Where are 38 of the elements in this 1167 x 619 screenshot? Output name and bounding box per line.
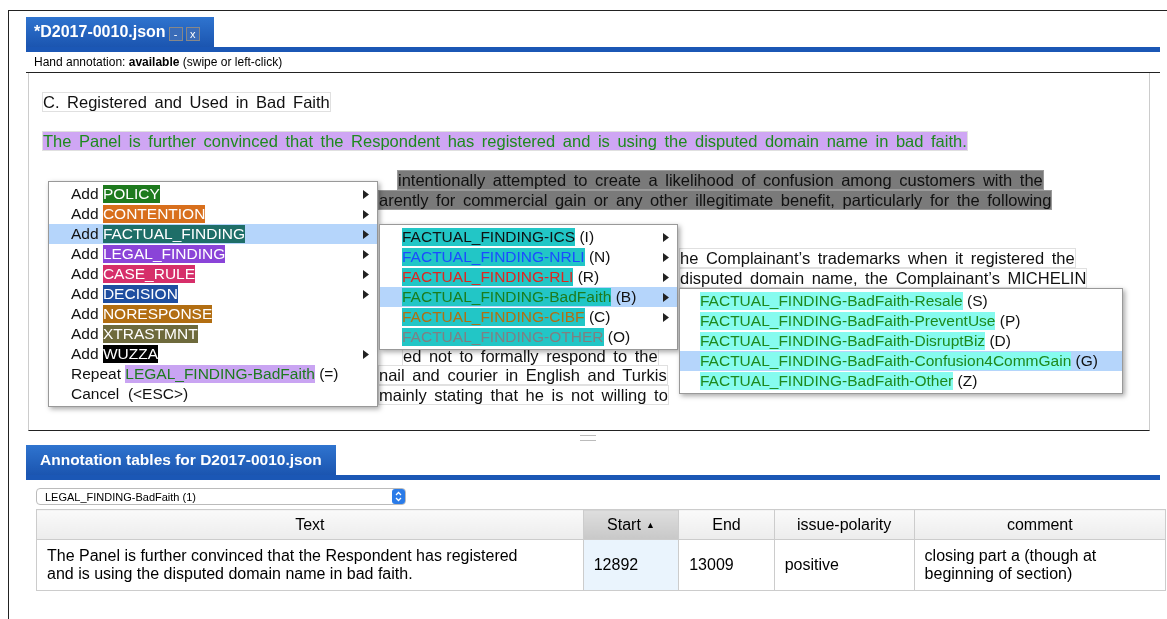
menu-item[interactable]: FACTUAL_FINDING-BadFaith (B): [380, 287, 677, 307]
table-cell: The Panel is further convinced that the Respondent has registered and is using the disputed domain name in bad faith.: [36, 539, 584, 591]
menu-item[interactable]: Add DECISION: [49, 284, 377, 304]
menu-item[interactable]: Cancel (<ESC>): [49, 384, 377, 404]
menu-item[interactable]: Add POLICY: [49, 184, 377, 204]
type-select[interactable]: LEGAL_FINDING-BadFaith (1): [36, 488, 406, 505]
splitter-handle[interactable]: [580, 435, 596, 441]
column-header[interactable]: issue-polarity: [774, 509, 915, 540]
document-text: arently for commercial gain or any other illegitimate benefit, particularly for the following: [379, 190, 1052, 209]
document-text: The Panel is further convinced that the Respondent has registered and is using the disputed domain name in bad faith.: [43, 132, 967, 150]
column-header[interactable]: End: [678, 509, 775, 540]
annotation-status: Hand annotation: available (swipe or left-click): [26, 52, 1160, 73]
document-text: he Complainant’s trademarks when it registered the: [680, 249, 1075, 267]
menu-item[interactable]: Add CONTENTION: [49, 204, 377, 224]
menu-item[interactable]: Add XTRASTMNT: [49, 324, 377, 344]
document-text: ed not to formally respond to the: [403, 346, 658, 365]
table-cell: positive: [774, 539, 915, 591]
minimize-button[interactable]: -: [168, 27, 183, 41]
tables-tab[interactable]: Annotation tables for D2017-0010.json: [26, 445, 336, 475]
table-cell: closing part a (though at beginning of section): [914, 539, 1166, 591]
menu-item[interactable]: Add LEGAL_FINDING: [49, 244, 377, 264]
menu-item[interactable]: Add NORESPONSE: [49, 304, 377, 324]
table-cell: 12892: [583, 539, 679, 591]
menu-item[interactable]: FACTUAL_FINDING-BadFaith-Confusion4CommGain (G): [680, 351, 1122, 371]
menu-item[interactable]: Add CASE_RULE: [49, 264, 377, 284]
menu-item[interactable]: Add WUZZA: [49, 344, 377, 364]
document-text: disputed domain name, the Complainant’s MICHELIN: [680, 268, 1087, 287]
editor-tab[interactable]: *D2017-0010.json - x: [26, 17, 214, 47]
document-text: intentionally attempted to create a likelihood of confusion among customers with the: [398, 171, 1043, 189]
section-heading: C. Registered and Used in Bad Faith: [43, 93, 330, 111]
stepper-icon: [392, 489, 405, 504]
document-text: nail and courier in English and Turkis: [379, 366, 667, 384]
document-text: mainly stating that he is not willing to: [379, 385, 668, 404]
table-cell: 13009: [678, 539, 775, 591]
column-header[interactable]: Text: [36, 509, 584, 540]
column-header[interactable]: comment: [914, 509, 1166, 540]
menu-item[interactable]: Add FACTUAL_FINDING: [49, 224, 377, 244]
close-button[interactable]: x: [185, 27, 200, 41]
